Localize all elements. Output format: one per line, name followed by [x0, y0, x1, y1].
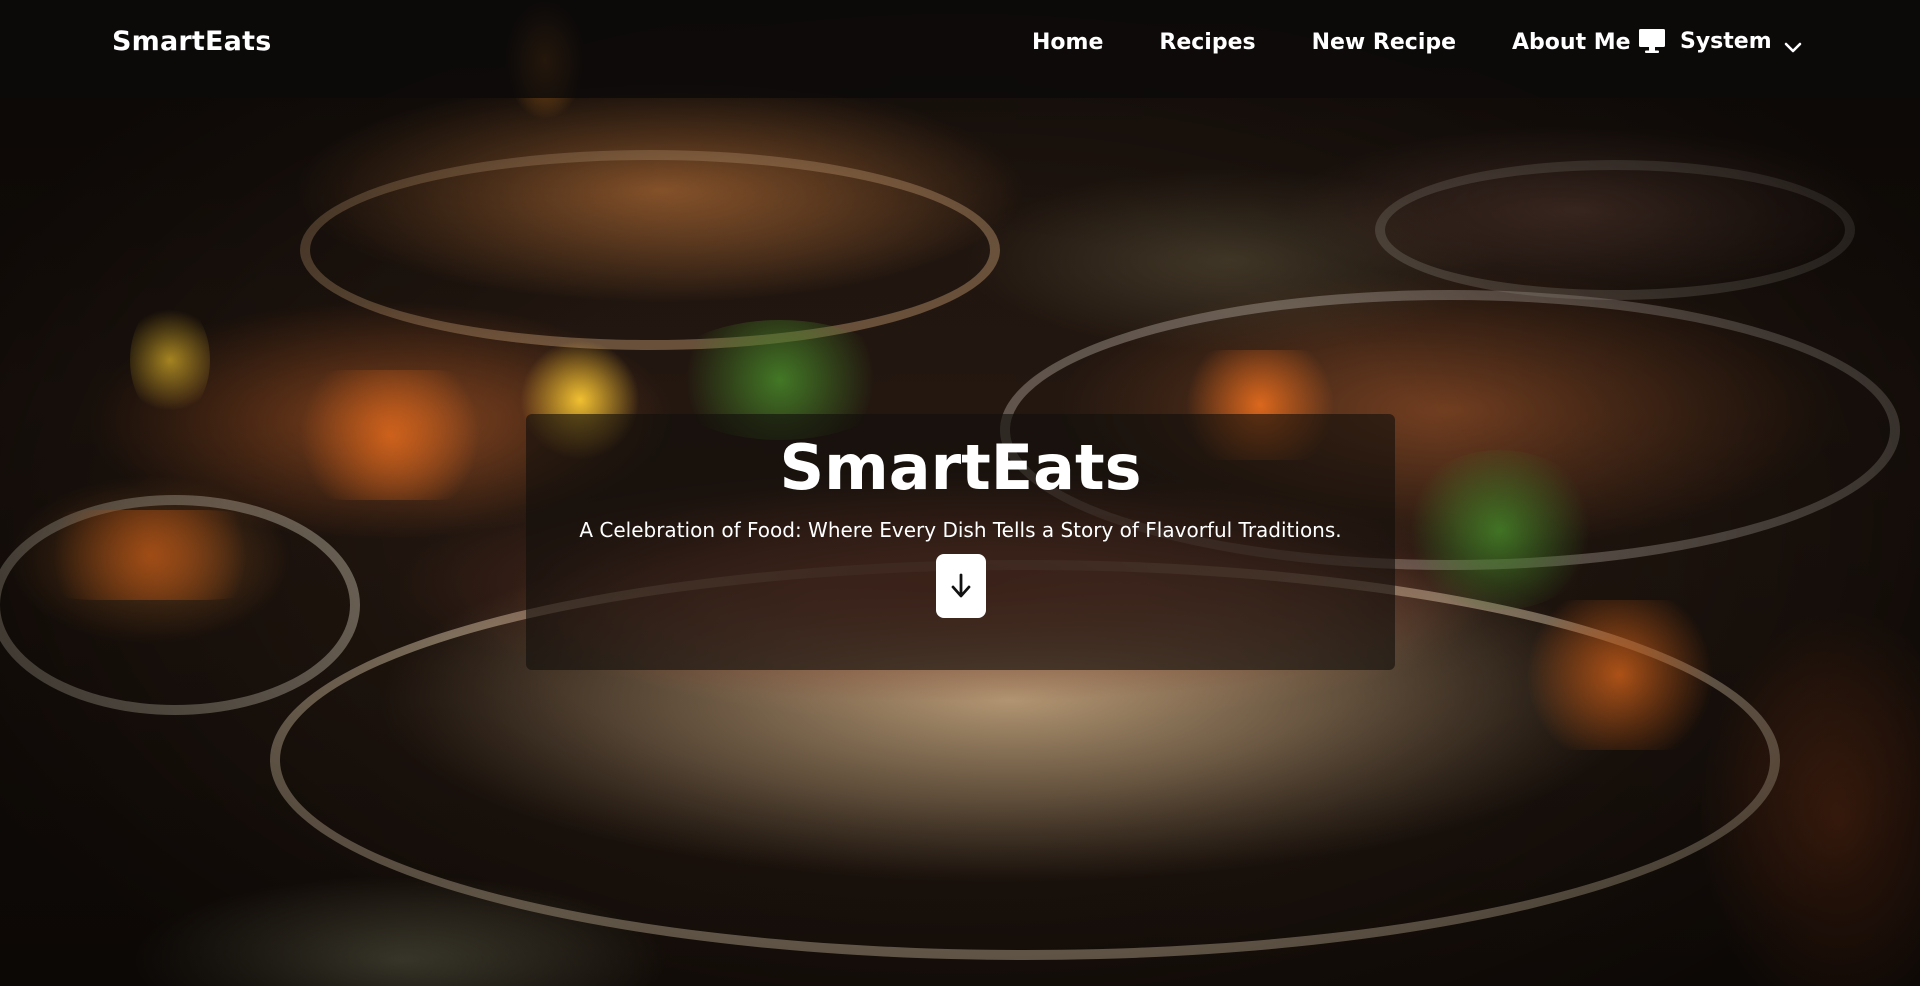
nav-link-recipes[interactable]: Recipes	[1159, 30, 1255, 55]
page: SmartEats Home Recipes New Recipe About …	[0, 0, 1920, 986]
navbar: SmartEats Home Recipes New Recipe About …	[0, 0, 1920, 98]
scroll-down-button[interactable]	[936, 554, 986, 618]
hero-title: SmartEats	[779, 431, 1142, 504]
brand-logo[interactable]: SmartEats	[112, 26, 271, 57]
hero-subtitle: A Celebration of Food: Where Every Dish …	[579, 518, 1342, 542]
nav-link-new-recipe[interactable]: New Recipe	[1312, 30, 1456, 55]
nav-links: Home Recipes New Recipe About Me	[1032, 30, 1687, 55]
theme-selector-label: System	[1680, 28, 1772, 54]
monitor-icon	[1638, 28, 1666, 54]
nav-link-home[interactable]: Home	[1032, 30, 1103, 55]
nav-link-about-me[interactable]: About Me	[1512, 30, 1631, 55]
arrow-down-icon	[951, 573, 971, 598]
chevron-down-icon	[1784, 35, 1802, 53]
theme-selector[interactable]: System	[1638, 28, 1802, 54]
hero-overlay: SmartEats A Celebration of Food: Where E…	[526, 414, 1395, 670]
